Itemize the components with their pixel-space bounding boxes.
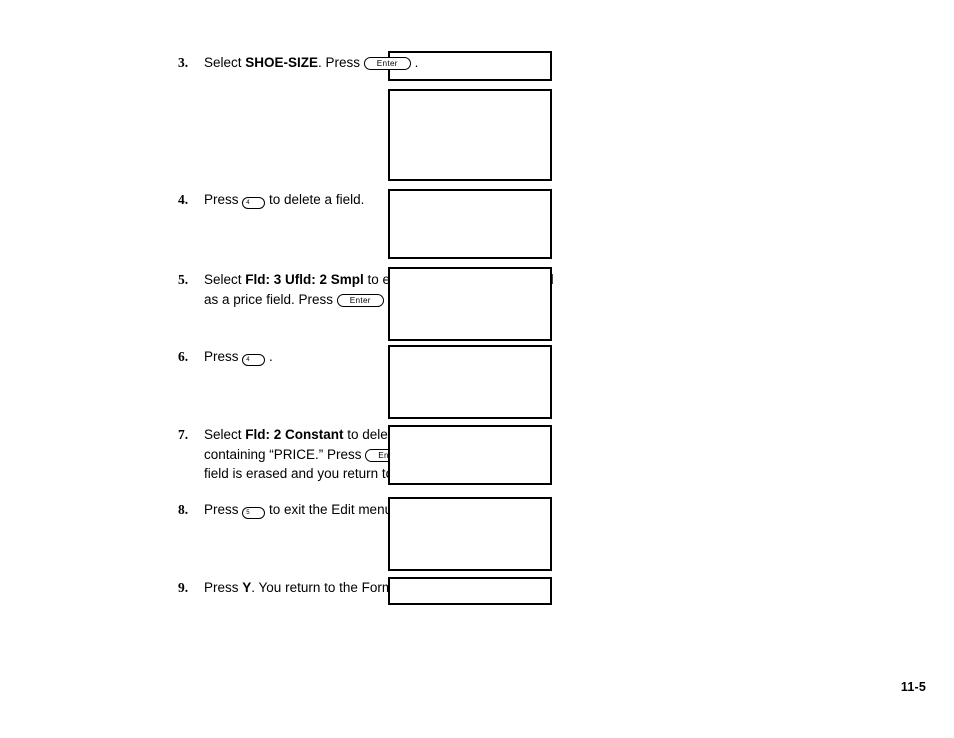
display-screen-placeholder <box>388 89 552 181</box>
instruction-step: 8. Press 5 to exit the Edit menu. <box>178 500 396 520</box>
instruction-step: 6. Press 4 . <box>178 347 273 367</box>
step-text: Press 4 . <box>204 347 273 367</box>
display-screen-placeholder <box>388 345 552 419</box>
step-text-run: . Press <box>318 55 364 70</box>
instruction-step: 3. Select SHOE-SIZE. Press Enter . <box>178 53 418 73</box>
step-text-run: . <box>265 349 273 364</box>
instruction-step: 4. Press 4 to delete a field. <box>178 190 364 210</box>
step-number: 9. <box>178 580 189 595</box>
display-screen-placeholder <box>388 425 552 485</box>
display-screen-placeholder <box>388 267 552 341</box>
emphasised-menu-label: Fld: 2 Constant <box>245 427 344 442</box>
step-text-run: Press <box>204 349 243 364</box>
step-text: Press 4 to delete a field. <box>204 190 364 210</box>
display-screen-placeholder <box>388 577 552 605</box>
emphasised-menu-label: Fld: 3 Ufld: 2 Smpl <box>245 272 364 287</box>
step-number: 5. <box>178 272 189 287</box>
enter-key-icon: Enter <box>363 57 411 70</box>
page-number: 11-5 <box>900 680 926 694</box>
step-text: Press 5 to exit the Edit menu. <box>204 500 396 520</box>
function-key-icon: 5 <box>242 507 266 519</box>
function-key-icon: 4 <box>242 197 266 209</box>
document-page: 3. Select SHOE-SIZE. Press Enter . 4. Press… <box>0 0 954 738</box>
step-text-run: to exit the Edit menu. <box>265 502 396 517</box>
emphasised-menu-label: SHOE-SIZE <box>245 55 319 70</box>
step-text-run: to delete a field. <box>265 192 365 207</box>
step-text-run: Press <box>204 502 243 517</box>
step-number: 3. <box>178 55 189 70</box>
display-screen-placeholder <box>388 189 552 259</box>
enter-key-icon: Enter <box>336 293 384 307</box>
function-key-icon: 4 <box>242 354 266 366</box>
step-number: 7. <box>178 427 189 442</box>
step-text-run: Select <box>204 55 246 70</box>
step-text-run: Press <box>204 192 243 207</box>
step-text-run: Press <box>204 580 243 595</box>
display-screen-placeholder <box>388 497 552 571</box>
step-text-run: . <box>410 55 419 70</box>
step-number: 8. <box>178 502 189 517</box>
step-text-run: Select <box>204 272 246 287</box>
step-text: Select SHOE-SIZE. Press Enter . <box>204 53 418 73</box>
step-number: 6. <box>178 349 189 364</box>
step-text-run: Select <box>204 427 246 442</box>
step-number: 4. <box>178 192 189 207</box>
emphasised-menu-label: Y <box>242 580 252 595</box>
